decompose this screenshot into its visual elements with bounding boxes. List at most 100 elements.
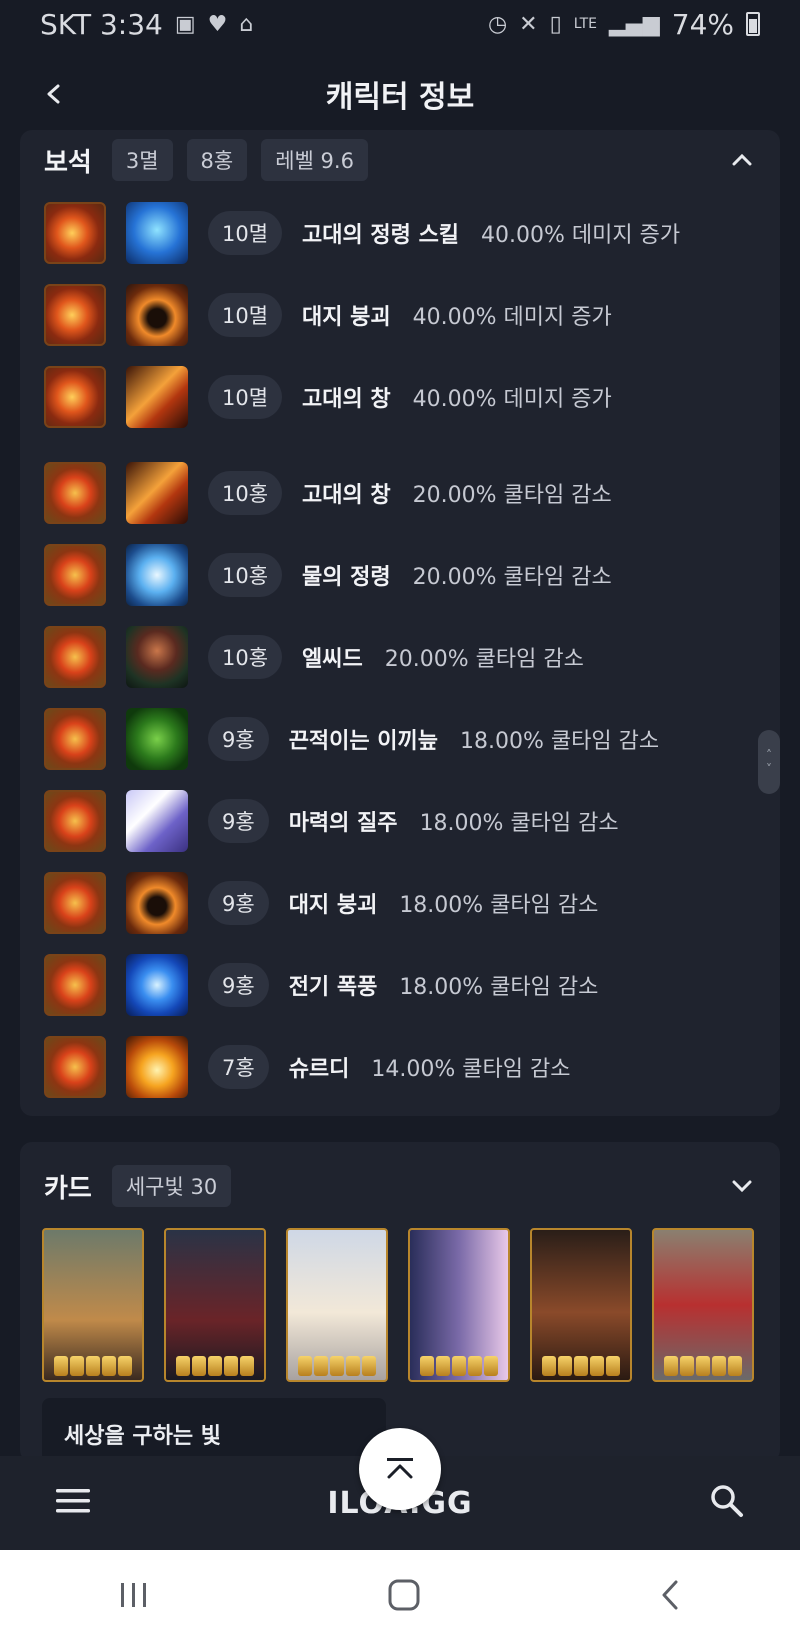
recent-apps-icon [121, 1583, 146, 1607]
search-button[interactable] [710, 1484, 744, 1522]
skill-icon [126, 790, 188, 852]
gems-panel: 보석 3멸 8홍 레벨 9.6 10멸 고대의 정령 스킬 40.00% 데미지… [20, 130, 780, 1116]
gems-title: 보석 [44, 147, 92, 178]
gems-collapse-button[interactable] [724, 142, 760, 178]
signal-icon: ▂▄▆ [609, 11, 660, 37]
card[interactable] [652, 1228, 754, 1382]
gems-chip-level: 레벨 9.6 [261, 139, 368, 181]
gems-chip-hong: 8홍 [186, 139, 248, 181]
gem-effect: 14.00% 쿨타임 감소 [371, 1057, 571, 1082]
gem-row[interactable]: 10홍 물의 정령 20.00% 쿨타임 감소 [44, 544, 612, 606]
cards-title: 카드 [44, 1173, 92, 1204]
gem-effect: 20.00% 쿨타임 감소 [412, 565, 612, 590]
hong-gem-icon [44, 790, 106, 852]
scroll-up-icon: ˄ [766, 748, 772, 762]
system-back-button[interactable] [659, 1579, 681, 1615]
skill-icon [126, 284, 188, 346]
gem-skill-name: 고대의 정령 스킬 [302, 223, 460, 248]
gem-row[interactable]: 9홍 마력의 질주 18.00% 쿨타임 감소 [44, 790, 619, 852]
network-type: LTE [573, 16, 597, 32]
myeol-gem-icon [44, 366, 106, 428]
cards-set-chip: 세구빛 30 [111, 1165, 232, 1207]
gem-effect: 20.00% 쿨타임 감소 [384, 647, 584, 672]
hong-gem-icon [44, 462, 106, 524]
card[interactable] [408, 1228, 510, 1382]
gem-skill-name: 엘씨드 [302, 647, 363, 672]
gem-row[interactable]: 9홍 끈적이는 이끼늪 18.00% 쿨타임 감소 [44, 708, 659, 770]
gem-effect: 20.00% 쿨타임 감소 [412, 483, 612, 508]
gem-skill-name: 대지 붕괴 [302, 305, 391, 330]
gem-row[interactable]: 10홍 엘씨드 20.00% 쿨타임 감소 [44, 626, 584, 688]
system-nav-bar [0, 1550, 800, 1644]
hong-gem-icon [44, 954, 106, 1016]
gem-level: 9홍 [208, 717, 269, 761]
mute-icon: ✕ [519, 11, 538, 37]
skill-icon [126, 708, 188, 770]
card[interactable] [42, 1228, 144, 1382]
battery-icon [746, 12, 760, 36]
card-set-effect: 세상을 구하는 빛 [42, 1398, 386, 1462]
skill-icon [126, 462, 188, 524]
gem-effect: 18.00% 쿨타임 감소 [460, 729, 660, 754]
page-title: 캐릭터 정보 [325, 80, 475, 115]
gem-level: 9홍 [208, 881, 269, 925]
cards-expand-button[interactable] [724, 1168, 760, 1204]
back-button[interactable] [30, 70, 78, 118]
myeol-gem-icon [44, 202, 106, 264]
scroll-handle[interactable]: ˄ ˅ [758, 730, 780, 794]
search-icon [711, 1485, 743, 1517]
card-awakening-stars [532, 1356, 630, 1376]
status-time: SKT 3:34 [40, 7, 163, 41]
gem-level: 9홍 [208, 799, 269, 843]
gem-skill-name: 물의 정령 [302, 565, 391, 590]
hong-gem-icon [44, 626, 106, 688]
gem-row[interactable]: 10멸 대지 붕괴 40.00% 데미지 증가 [44, 284, 612, 346]
card-awakening-stars [44, 1356, 142, 1376]
gem-row[interactable]: 9홍 대지 붕괴 18.00% 쿨타임 감소 [44, 872, 598, 934]
gem-level: 10멸 [208, 293, 283, 337]
system-back-icon [662, 1580, 678, 1610]
alarm-icon: ◷ [487, 11, 508, 37]
card-awakening-stars [288, 1356, 386, 1376]
menu-button[interactable] [56, 1488, 90, 1518]
gem-row[interactable]: 7홍 슈르디 14.00% 쿨타임 감소 [44, 1036, 571, 1098]
home-button[interactable] [387, 1578, 421, 1616]
gem-skill-name: 마력의 질주 [288, 811, 398, 836]
scroll-to-top-button[interactable] [359, 1428, 441, 1510]
chevron-down-icon [732, 1180, 752, 1193]
gem-effect: 40.00% 데미지 증가 [481, 223, 681, 248]
chevron-left-icon [47, 84, 60, 104]
card[interactable] [164, 1228, 266, 1382]
card[interactable] [286, 1228, 388, 1382]
myeol-gem-icon [44, 284, 106, 346]
gem-effect: 18.00% 쿨타임 감소 [399, 893, 599, 918]
hong-gem-icon [44, 872, 106, 934]
card[interactable] [530, 1228, 632, 1382]
hearts-notification-icon: ♥ [207, 11, 228, 37]
gem-level: 9홍 [208, 963, 269, 1007]
skill-icon [126, 872, 188, 934]
gem-level: 10멸 [208, 375, 283, 419]
gem-skill-name: 끈적이는 이끼늪 [288, 729, 439, 754]
gem-effect: 18.00% 쿨타임 감소 [419, 811, 619, 836]
cards-panel: 카드 세구빛 30 세상을 구하는 빛 [20, 1142, 780, 1462]
scroll-to-top-icon [387, 1458, 413, 1479]
gem-row[interactable]: 10멸 고대의 창 40.00% 데미지 증가 [44, 366, 612, 428]
battery-saver-icon: ▯ [549, 11, 562, 37]
skill-icon [126, 626, 188, 688]
recent-apps-button[interactable] [119, 1581, 149, 1613]
gem-row[interactable]: 9홍 전기 폭풍 18.00% 쿨타임 감소 [44, 954, 598, 1016]
gem-skill-name: 대지 붕괴 [288, 893, 378, 918]
gem-row[interactable]: 10멸 고대의 정령 스킬 40.00% 데미지 증가 [44, 202, 680, 264]
card-awakening-stars [410, 1356, 508, 1376]
gem-row[interactable]: 10홍 고대의 창 20.00% 쿨타임 감소 [44, 462, 612, 524]
gem-skill-name: 전기 폭풍 [288, 975, 378, 1000]
cards-header: 카드 세구빛 30 [44, 1165, 232, 1207]
hamburger-menu-icon [56, 1489, 90, 1513]
gem-level: 10홍 [208, 635, 283, 679]
gem-effect: 18.00% 쿨타임 감소 [399, 975, 599, 1000]
gem-skill-name: 슈르디 [288, 1057, 350, 1082]
gem-level: 10홍 [208, 471, 283, 515]
hong-gem-icon [44, 1036, 106, 1098]
gem-effect: 40.00% 데미지 증가 [412, 387, 612, 412]
